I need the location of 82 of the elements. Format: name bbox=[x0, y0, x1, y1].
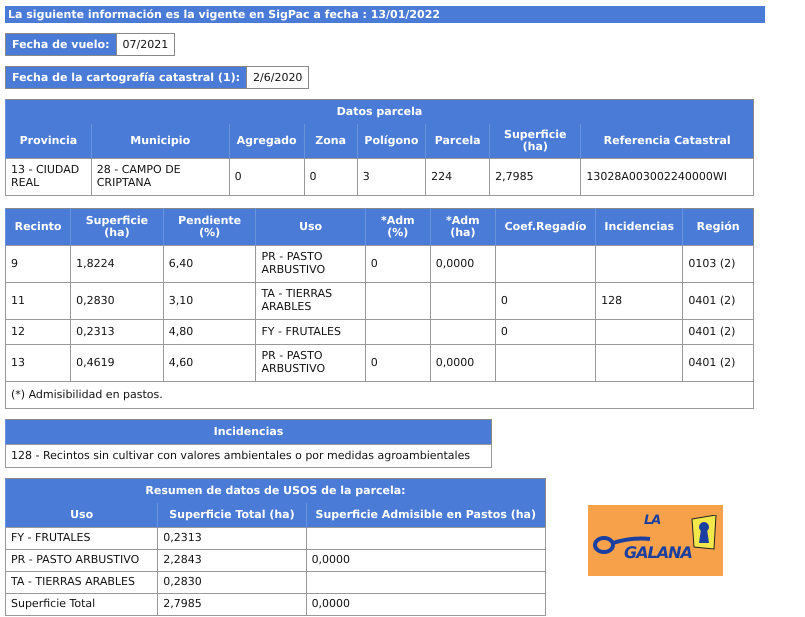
table-cell: 0 bbox=[365, 344, 430, 382]
table-cell: 224 bbox=[426, 158, 490, 196]
column-header: Parcela bbox=[426, 124, 490, 158]
table-cell: 0 bbox=[304, 158, 358, 196]
table-cell: 0,0000 bbox=[430, 246, 496, 282]
table-cell: 0 bbox=[365, 246, 430, 282]
field-label: Fecha de vuelo: bbox=[5, 33, 116, 56]
field-value: 2/6/2020 bbox=[246, 66, 310, 89]
logo-text: GALANA bbox=[624, 543, 692, 562]
column-header: Zona bbox=[304, 124, 358, 158]
field-label: Fecha de la cartografía catastral (1): bbox=[5, 66, 246, 89]
table-cell: 0401 (2) bbox=[682, 320, 754, 344]
column-header: Región bbox=[682, 208, 754, 246]
table-cell: 0103 (2) bbox=[682, 246, 754, 282]
table-cell: 13 - CIUDAD REAL bbox=[6, 158, 92, 196]
table-cell bbox=[365, 282, 430, 320]
column-header: Superficie (ha) bbox=[490, 124, 581, 158]
table-cell: PR - PASTO ARBUSTIVO bbox=[6, 550, 158, 572]
table-cell: 2,7985 bbox=[490, 158, 581, 196]
table-cell: 3,10 bbox=[163, 282, 256, 320]
table-cell: 0,4619 bbox=[70, 344, 164, 382]
column-header: Agregado bbox=[229, 124, 304, 158]
column-header: Uso bbox=[256, 208, 366, 246]
table-cell: 0,2830 bbox=[70, 282, 164, 320]
column-header: Superficie Admisible en Pastos (ha) bbox=[306, 503, 546, 528]
table-cell: 0 bbox=[495, 282, 596, 320]
column-header: Uso bbox=[6, 503, 158, 528]
table-cell: 0,2313 bbox=[70, 320, 164, 344]
table-cell: 0,2830 bbox=[158, 572, 306, 594]
table-cell: PR - PASTO ARBUSTIVO bbox=[256, 344, 366, 382]
table-cell: 0401 (2) bbox=[682, 344, 754, 382]
table-cell: PR - PASTO ARBUSTIVO bbox=[256, 246, 366, 282]
table-cell: 12 bbox=[6, 320, 71, 344]
column-header: *Adm (ha) bbox=[430, 208, 496, 246]
table-cell: TA - TIERRAS ARABLES bbox=[256, 282, 366, 320]
table-cell: 4,60 bbox=[163, 344, 256, 382]
column-header: Coef.Regadío bbox=[495, 208, 596, 246]
table-cell: 6,40 bbox=[163, 246, 256, 282]
table-cell: TA - TIERRAS ARABLES bbox=[6, 572, 158, 594]
table-cell: 2,2843 bbox=[158, 550, 306, 572]
column-header: Polígono bbox=[357, 124, 426, 158]
table-title: Incidencias bbox=[6, 420, 492, 444]
column-header: Provincia bbox=[6, 124, 92, 158]
table-cell: 0,0000 bbox=[306, 594, 546, 616]
table-cell: 128 - Recintos sin cultivar con valores ambientales o por medidas agroambientales bbox=[6, 444, 492, 468]
column-header: Recinto bbox=[6, 208, 71, 246]
table-cell: 2,7985 bbox=[158, 594, 306, 616]
column-header: Referencia Catastral bbox=[580, 124, 754, 158]
table-cell bbox=[365, 320, 430, 344]
banner-title: La siguiente información es la vigente en SigPac a fecha : 13/01/2022 bbox=[5, 6, 765, 23]
table-cell: FY - FRUTALES bbox=[256, 320, 366, 344]
field-value: 07/2021 bbox=[116, 33, 176, 56]
table-cell: 4,80 bbox=[163, 320, 256, 344]
table-cell: 0,0000 bbox=[306, 550, 546, 572]
table-cell: FY - FRUTALES bbox=[6, 528, 158, 550]
table-cell: 0,0000 bbox=[430, 344, 496, 382]
table-cell bbox=[430, 282, 496, 320]
table-cell: 0 bbox=[495, 320, 596, 344]
table-cell: 0401 (2) bbox=[682, 282, 754, 320]
table-cell: 1,8224 bbox=[70, 246, 164, 282]
table-cell bbox=[430, 320, 496, 344]
column-header: Superficie Total (ha) bbox=[158, 503, 306, 528]
table-cell: 128 bbox=[596, 282, 683, 320]
footnote: (*) Admisibilidad en pastos. bbox=[6, 382, 754, 408]
keyhole-icon bbox=[690, 515, 718, 551]
table-cell: 28 - CAMPO DE CRIPTANA bbox=[91, 158, 230, 196]
column-header: Municipio bbox=[91, 124, 230, 158]
column-header: Incidencias bbox=[596, 208, 683, 246]
table-cell: 0,2313 bbox=[158, 528, 306, 550]
table-cell: 13 bbox=[6, 344, 71, 382]
logo-text: LA bbox=[644, 513, 660, 528]
table-cell: 13028A003002240000WI bbox=[580, 158, 754, 196]
table-cell: 0 bbox=[229, 158, 304, 196]
column-header: *Adm (%) bbox=[365, 208, 430, 246]
table-cell: 9 bbox=[6, 246, 71, 282]
table-cell: Superficie Total bbox=[6, 594, 158, 616]
column-header: Superficie (ha) bbox=[70, 208, 164, 246]
column-header: Pendiente (%) bbox=[163, 208, 256, 246]
table-title: Datos parcela bbox=[6, 100, 754, 124]
table-cell: 11 bbox=[6, 282, 71, 320]
table-title: Resumen de datos de USOS de la parcela: bbox=[6, 478, 546, 503]
table-cell: 3 bbox=[357, 158, 426, 196]
